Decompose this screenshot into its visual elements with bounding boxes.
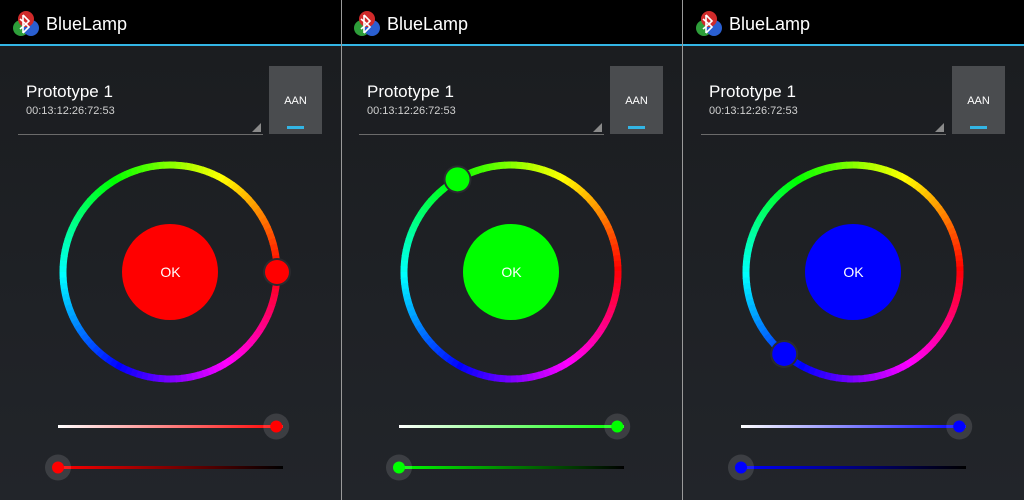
brightness-slider-track[interactable] xyxy=(58,466,283,469)
saturation-thumb[interactable] xyxy=(611,420,624,433)
brightness-thumb[interactable] xyxy=(52,461,64,474)
color-picker[interactable] xyxy=(341,0,682,500)
brightness-thumb[interactable] xyxy=(393,461,405,474)
app-screen: BlueLamp Prototype 1 00:13:12:26:72:53 A… xyxy=(683,0,1024,500)
saturation-thumb[interactable] xyxy=(270,420,283,433)
ok-label: OK xyxy=(843,264,864,280)
panel-divider xyxy=(341,0,342,500)
saturation-slider-track[interactable] xyxy=(58,425,283,428)
color-picker[interactable] xyxy=(683,0,1024,500)
ok-label: OK xyxy=(501,264,522,280)
brightness-slider-track[interactable] xyxy=(741,466,966,469)
panel-divider xyxy=(682,0,683,500)
app-screen: BlueLamp Prototype 1 00:13:12:26:72:53 A… xyxy=(341,0,682,500)
ok-label: OK xyxy=(160,264,181,280)
brightness-thumb[interactable] xyxy=(735,461,747,474)
saturation-thumb[interactable] xyxy=(953,420,966,433)
saturation-slider-track[interactable] xyxy=(399,425,624,428)
saturation-slider-track[interactable] xyxy=(741,425,966,428)
app-screen: BlueLamp Prototype 1 00:13:12:26:72:53 A… xyxy=(0,0,341,500)
hue-handle[interactable] xyxy=(772,341,797,366)
brightness-slider-track[interactable] xyxy=(399,466,624,469)
screenshot-collage: BlueLamp Prototype 1 00:13:12:26:72:53 A… xyxy=(0,0,1024,500)
hue-handle[interactable] xyxy=(445,167,470,192)
color-picker[interactable] xyxy=(0,0,341,500)
